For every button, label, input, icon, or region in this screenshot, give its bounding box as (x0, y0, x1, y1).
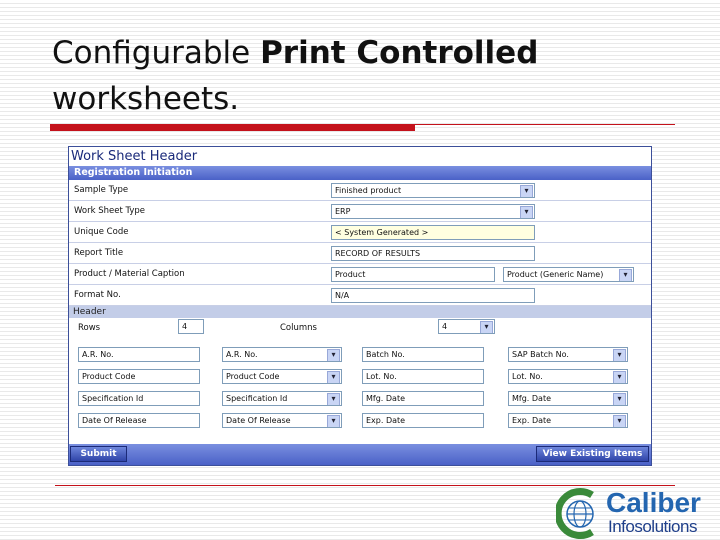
button-bar: Submit View Existing Items (69, 444, 651, 465)
grid-caption-field[interactable]: A.R. No. (78, 347, 200, 362)
columns-label: Columns (280, 323, 317, 333)
field-label: Work Sheet Type (74, 206, 146, 216)
rows-label: Rows (78, 323, 101, 333)
grid-caption-field[interactable]: Batch No. (362, 347, 484, 362)
grid-field-select[interactable]: Mfg. Date (508, 391, 628, 406)
footer-rule (55, 485, 675, 486)
caliber-logo: Caliber Infosolutions Inc. (554, 487, 720, 540)
field-label: Report Title (74, 248, 124, 258)
title-underline-thin (415, 124, 675, 125)
field-label: Sample Type (74, 185, 129, 195)
title-bold: Print Controlled (260, 35, 539, 71)
field-row-report-title: Report Title RECORD OF RESULTS (69, 243, 651, 264)
field-row-unique-code: Unique Code < System Generated > (69, 222, 651, 243)
grid-caption-field[interactable]: Specification Id (78, 391, 200, 406)
grid-field-select[interactable]: Date Of Release (222, 413, 342, 428)
sample-type-select[interactable]: Finished product (331, 183, 535, 198)
grid-field-select[interactable]: Product Code (222, 369, 342, 384)
product-caption-field[interactable]: Product (331, 267, 495, 282)
logo-name: Caliber (606, 487, 701, 518)
field-row-work-sheet-type: Work Sheet Type ERP (69, 201, 651, 222)
view-existing-items-button[interactable]: View Existing Items (536, 446, 649, 462)
field-label: Product / Material Caption (74, 269, 185, 279)
grid-caption-field[interactable]: Date Of Release (78, 413, 200, 428)
work-sheet-type-select[interactable]: ERP (331, 204, 535, 219)
grid-field-select[interactable]: SAP Batch No. (508, 347, 628, 362)
header-strip: Header (69, 306, 651, 318)
grid-field-select[interactable]: Specification Id (222, 391, 342, 406)
grid-caption-field[interactable]: Mfg. Date (362, 391, 484, 406)
header-grid: Rows 4 Columns 4 A.R. No. A.R. No. Batch… (69, 318, 651, 430)
section-header: Registration Initiation (69, 166, 651, 180)
caliber-globe-icon (554, 488, 594, 539)
field-row-format-no: Format No. N/A (69, 285, 651, 306)
grid-caption-field[interactable]: Lot. No. (362, 369, 484, 384)
title-normal: Configurable (52, 35, 261, 71)
rows-input[interactable]: 4 (178, 319, 204, 334)
columns-select[interactable]: 4 (438, 319, 495, 334)
grid-field-select[interactable]: Exp. Date (508, 413, 628, 428)
format-no-field[interactable]: N/A (331, 288, 535, 303)
unique-code-field[interactable]: < System Generated > (331, 225, 535, 240)
field-row-product-caption: Product / Material Caption Product Produ… (69, 264, 651, 285)
field-label: Format No. (74, 290, 121, 300)
grid-field-select[interactable]: A.R. No. (222, 347, 342, 362)
worksheet-title: Work Sheet Header (69, 147, 651, 166)
grid-caption-field[interactable]: Exp. Date (362, 413, 484, 428)
grid-caption-field[interactable]: Product Code (78, 369, 200, 384)
title-underline-red (50, 124, 415, 131)
field-row-sample-type: Sample Type Finished product (69, 180, 651, 201)
grid-field-select[interactable]: Lot. No. (508, 369, 628, 384)
submit-button[interactable]: Submit (70, 446, 127, 462)
slide-title: Configurable Print Controlled worksheets… (52, 30, 538, 122)
product-name-select[interactable]: Product (Generic Name) (503, 267, 634, 282)
logo-subtitle: Infosolutions Inc. (608, 517, 697, 540)
worksheet-window: Work Sheet Header Registration Initiatio… (68, 146, 652, 466)
title-line2: worksheets. (52, 81, 240, 117)
report-title-field[interactable]: RECORD OF RESULTS (331, 246, 535, 261)
field-label: Unique Code (74, 227, 129, 237)
